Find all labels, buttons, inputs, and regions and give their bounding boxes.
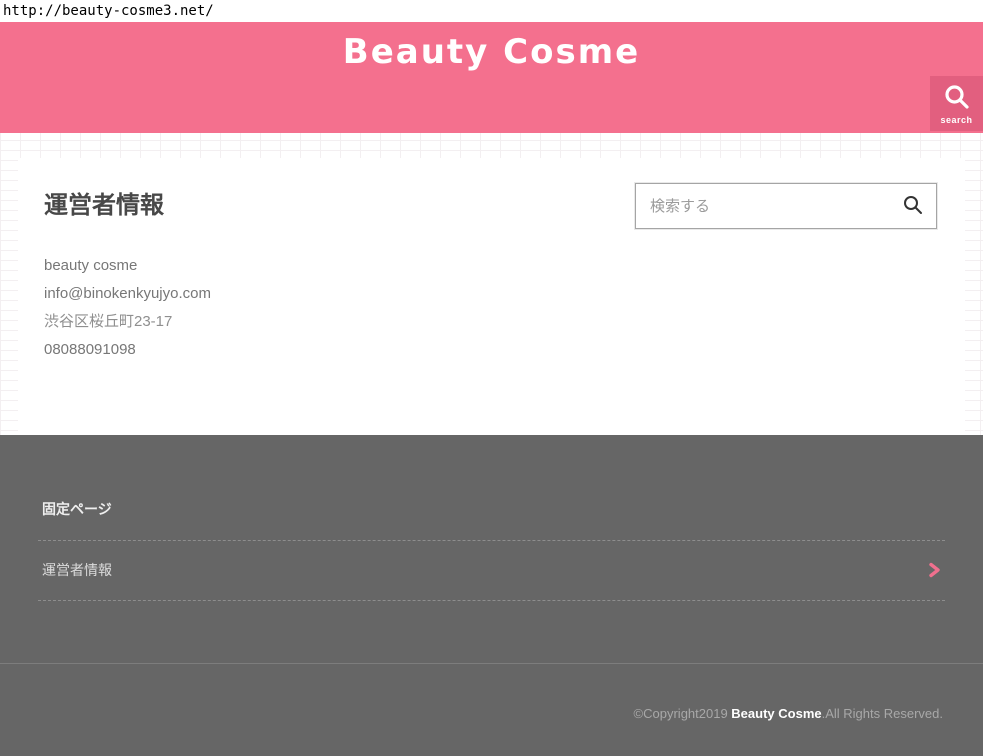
- footer-pages-widget: 固定ページ 運営者情報: [38, 435, 945, 601]
- info-line-phone: 08088091098: [44, 336, 939, 364]
- main-content: 運営者情報 beauty cosme info@binokenkyujyo.co…: [0, 133, 983, 435]
- operator-info: beauty cosme info@binokenkyujyo.com 渋谷区桜…: [44, 252, 939, 364]
- search-icon: [943, 83, 970, 113]
- info-line-address: 渋谷区桜丘町23-17: [44, 308, 939, 336]
- site-header: Beauty Cosme search: [0, 22, 983, 133]
- chevron-right-icon: [928, 562, 941, 578]
- header-search-label: search: [940, 115, 972, 125]
- search-icon: [902, 194, 923, 218]
- page: http://beauty-cosme3.net/ Beauty Cosme s…: [0, 0, 983, 756]
- search-input[interactable]: [636, 184, 896, 228]
- info-line-site-name: beauty cosme: [44, 252, 939, 280]
- footer-link-operator-info[interactable]: 運営者情報: [38, 541, 945, 601]
- copyright-suffix: .All Rights Reserved.: [822, 706, 943, 721]
- copyright-brand: Beauty Cosme: [731, 706, 821, 721]
- copyright: ©Copyright2019 Beauty Cosme.All Rights R…: [0, 664, 983, 721]
- footer-link-label: 運営者情報: [42, 560, 112, 580]
- url-text: http://beauty-cosme3.net/: [3, 3, 214, 19]
- copyright-prefix: ©Copyright2019: [634, 706, 732, 721]
- site-footer: 固定ページ 運営者情報 ©Copyright2019 Beauty Cosme.…: [0, 435, 983, 756]
- info-line-email: info@binokenkyujyo.com: [44, 280, 939, 308]
- browser-address-bar[interactable]: http://beauty-cosme3.net/: [0, 0, 983, 22]
- header-search-button[interactable]: search: [930, 76, 983, 131]
- search-submit-button[interactable]: [896, 194, 936, 218]
- search-form: [635, 183, 937, 229]
- site-title[interactable]: Beauty Cosme: [0, 22, 983, 72]
- footer-widget-title: 固定ページ: [38, 499, 945, 541]
- content-card: 運営者情報 beauty cosme info@binokenkyujyo.co…: [18, 158, 965, 435]
